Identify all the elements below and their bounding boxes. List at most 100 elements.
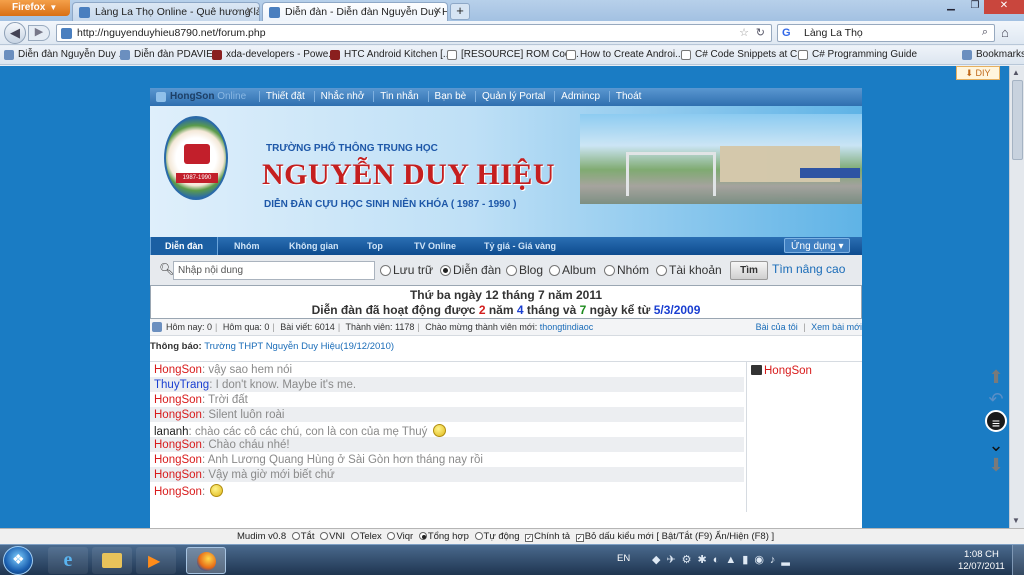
username[interactable]: HongSon [156, 91, 214, 102]
scroll-down-icon[interactable]: ▼ [1012, 516, 1020, 525]
forum-search-input[interactable]: Nhập nội dung [173, 261, 375, 280]
online-user[interactable]: HongSon [764, 365, 812, 377]
firefox-taskbar-icon[interactable] [186, 547, 226, 574]
bookmark-item[interactable]: xda-developers - Powe... [212, 49, 337, 60]
reload-icon[interactable]: ↻ [756, 26, 765, 39]
spellcheck-checkbox[interactable]: ✓ [525, 534, 534, 542]
bookmark-item[interactable]: C# Code Snippets at C... [681, 49, 806, 60]
chat-user[interactable]: HongSon [154, 486, 202, 498]
menu-logout[interactable]: Thoát [608, 91, 648, 102]
scroll-bottom-icon[interactable]: ⬇ [985, 454, 1007, 476]
stat-today: Hôm nay: 0 [166, 322, 213, 332]
search-option-accounts[interactable]: Tài khoản [656, 263, 722, 277]
tab-dien-dan[interactable]: Diễn đàn - Diễn đàn Nguyễn Duy Hiệ... ✕ [262, 2, 448, 21]
bookmark-item[interactable]: Diễn đàn Nguyễn Duy ... [4, 49, 127, 60]
home-icon[interactable]: ⌂ [1001, 25, 1009, 40]
bookmark-item[interactable]: Diễn đàn PDAVIET [120, 49, 219, 60]
nav-groups[interactable]: Nhóm [234, 241, 260, 251]
forward-button[interactable]: ▶ [28, 25, 50, 41]
new-posts-link[interactable]: Xem bài mới [811, 322, 862, 332]
chat-user[interactable]: ThuyTrang [154, 379, 209, 391]
search-button[interactable]: Tìm [730, 261, 768, 280]
vertical-scrollbar[interactable]: ▲ ▼ [1009, 66, 1024, 528]
search-option-album[interactable]: Album [549, 263, 596, 277]
tray-icons[interactable]: ◆✈⚙✱◐▲▮◉♪▂ [652, 553, 796, 566]
nav-exchange-rates[interactable]: Tỷ giá - Giá vàng [484, 241, 556, 251]
close-window-icon[interactable]: ✕ [984, 0, 1024, 14]
menu-friends[interactable]: Bạn bè [427, 91, 473, 102]
bookmark-item[interactable]: C# Programming Guide [798, 49, 917, 60]
menu-admincp[interactable]: Admincp [554, 91, 607, 102]
advanced-search-link[interactable]: Tìm nâng cao [772, 262, 845, 276]
chat-user[interactable]: HongSon [154, 454, 202, 466]
search-option-groups[interactable]: Nhóm [604, 263, 649, 277]
address-bar[interactable]: http://nguyenduyhieu8790.net/forum.php ☆… [56, 24, 772, 42]
mode-auto-radio[interactable] [474, 532, 483, 540]
mode-telex-radio[interactable] [350, 532, 359, 540]
show-desktop-button[interactable] [1012, 545, 1024, 575]
bookmark-star-icon[interactable]: ☆ [739, 26, 749, 39]
new-accent-checkbox[interactable]: ✓ [575, 534, 584, 542]
menu-portal-admin[interactable]: Quản lý Portal [475, 91, 552, 102]
new-tab-button[interactable]: + [450, 3, 470, 20]
close-tab-icon[interactable]: ✕ [246, 6, 254, 17]
chat-text: Silent luôn roài [208, 409, 285, 421]
media-player-icon[interactable] [136, 547, 176, 574]
my-posts-link[interactable]: Bài của tôi [756, 322, 798, 332]
menu-settings[interactable]: Thiết đặt [258, 91, 311, 102]
bookmark-item[interactable]: [RESOURCE] ROM Coo... [447, 49, 579, 60]
bookmark-item[interactable]: HTC Android Kitchen [... [330, 49, 451, 60]
chat-text: vậy sao hem nói [208, 364, 293, 376]
apps-dropdown[interactable]: Ứng dụng ▾ [784, 238, 850, 253]
nav-top[interactable]: Top [367, 241, 383, 251]
scroll-top-icon[interactable]: ⬆ [985, 366, 1007, 388]
menu-reminders[interactable]: Nhắc nhở [313, 91, 371, 102]
chat-user[interactable]: HongSon [154, 409, 202, 421]
chat-user[interactable]: HongSon [154, 394, 202, 406]
tab-favicon-icon [79, 7, 90, 18]
scroll-up-icon[interactable]: ▲ [1012, 68, 1020, 77]
chat-user[interactable]: HongSon [154, 469, 202, 481]
scrollbar-thumb[interactable] [1012, 80, 1023, 160]
mode-vni-radio[interactable] [320, 532, 329, 540]
back-arrow-icon[interactable]: ↶ [985, 388, 1007, 410]
mode-off-radio[interactable] [291, 532, 300, 540]
menu-circle-icon[interactable]: ≡ [985, 410, 1007, 432]
search-option-archive[interactable]: Lưu trữ [380, 263, 433, 277]
search-option-blog[interactable]: Blog [506, 263, 543, 277]
start-button[interactable] [3, 546, 33, 575]
chat-message-list: HongSon: vậy sao hem nói ThuyTrang: I do… [150, 362, 744, 498]
minimize-icon[interactable]: ▁ [938, 0, 964, 14]
file-explorer-icon[interactable] [92, 547, 132, 574]
newest-member-link[interactable]: thongtindiaoc [540, 322, 594, 332]
chevron-down-icon[interactable]: ⌄ [985, 434, 1007, 456]
mode-viqr-radio[interactable] [387, 532, 396, 540]
menu-messages[interactable]: Tin nhắn [373, 91, 425, 102]
chat-user[interactable]: HongSon [154, 364, 202, 376]
bookmarks-menu[interactable]: Bookmarks [962, 49, 1024, 60]
windows-taskbar: e EN ◆✈⚙✱◐▲▮◉♪▂ 1:08 CH 12/07/2011 [0, 544, 1024, 575]
bookmarks-toolbar: Diễn đàn Nguyễn Duy ... Diễn đàn PDAVIET… [0, 46, 1024, 65]
search-engine-icon[interactable]: G [782, 27, 791, 39]
language-indicator[interactable]: EN [617, 553, 630, 564]
announcement-link[interactable]: Trường THPT Nguyễn Duy Hiệu(19/12/2010) [204, 341, 394, 352]
chat-user[interactable]: HongSon [154, 439, 202, 451]
back-button[interactable]: ◀ [4, 22, 26, 44]
search-box[interactable]: G Làng La Thọ ⌕ [777, 24, 995, 42]
bookmark-item[interactable]: How to Create Androi... [566, 49, 683, 60]
search-icon[interactable]: ⌕ [982, 26, 988, 39]
clock[interactable]: 1:08 CH 12/07/2011 [958, 549, 1005, 573]
internet-explorer-icon[interactable]: e [48, 547, 88, 574]
tab-lang-la-tho[interactable]: Làng La Thọ Online - Quê hương là c... ✕ [72, 2, 260, 21]
search-option-forum[interactable]: Diễn đàn [440, 263, 501, 277]
close-tab-icon[interactable]: ✕ [434, 6, 442, 17]
announcement: Thông báo: Trường THPT Nguyễn Duy Hiệu(1… [150, 336, 862, 358]
bookmark-icon [4, 50, 14, 60]
nav-tv-online[interactable]: TV Online [414, 241, 456, 251]
mode-combined-radio[interactable] [418, 532, 427, 540]
firefox-menu-button[interactable]: Firefox ▼ [0, 0, 70, 16]
nav-spaces[interactable]: Không gian [289, 241, 339, 251]
chat-user[interactable]: lananh [154, 426, 189, 438]
nav-forum[interactable]: Diễn đàn [150, 237, 219, 255]
diy-button[interactable]: ⬇ DIY [956, 66, 1000, 80]
